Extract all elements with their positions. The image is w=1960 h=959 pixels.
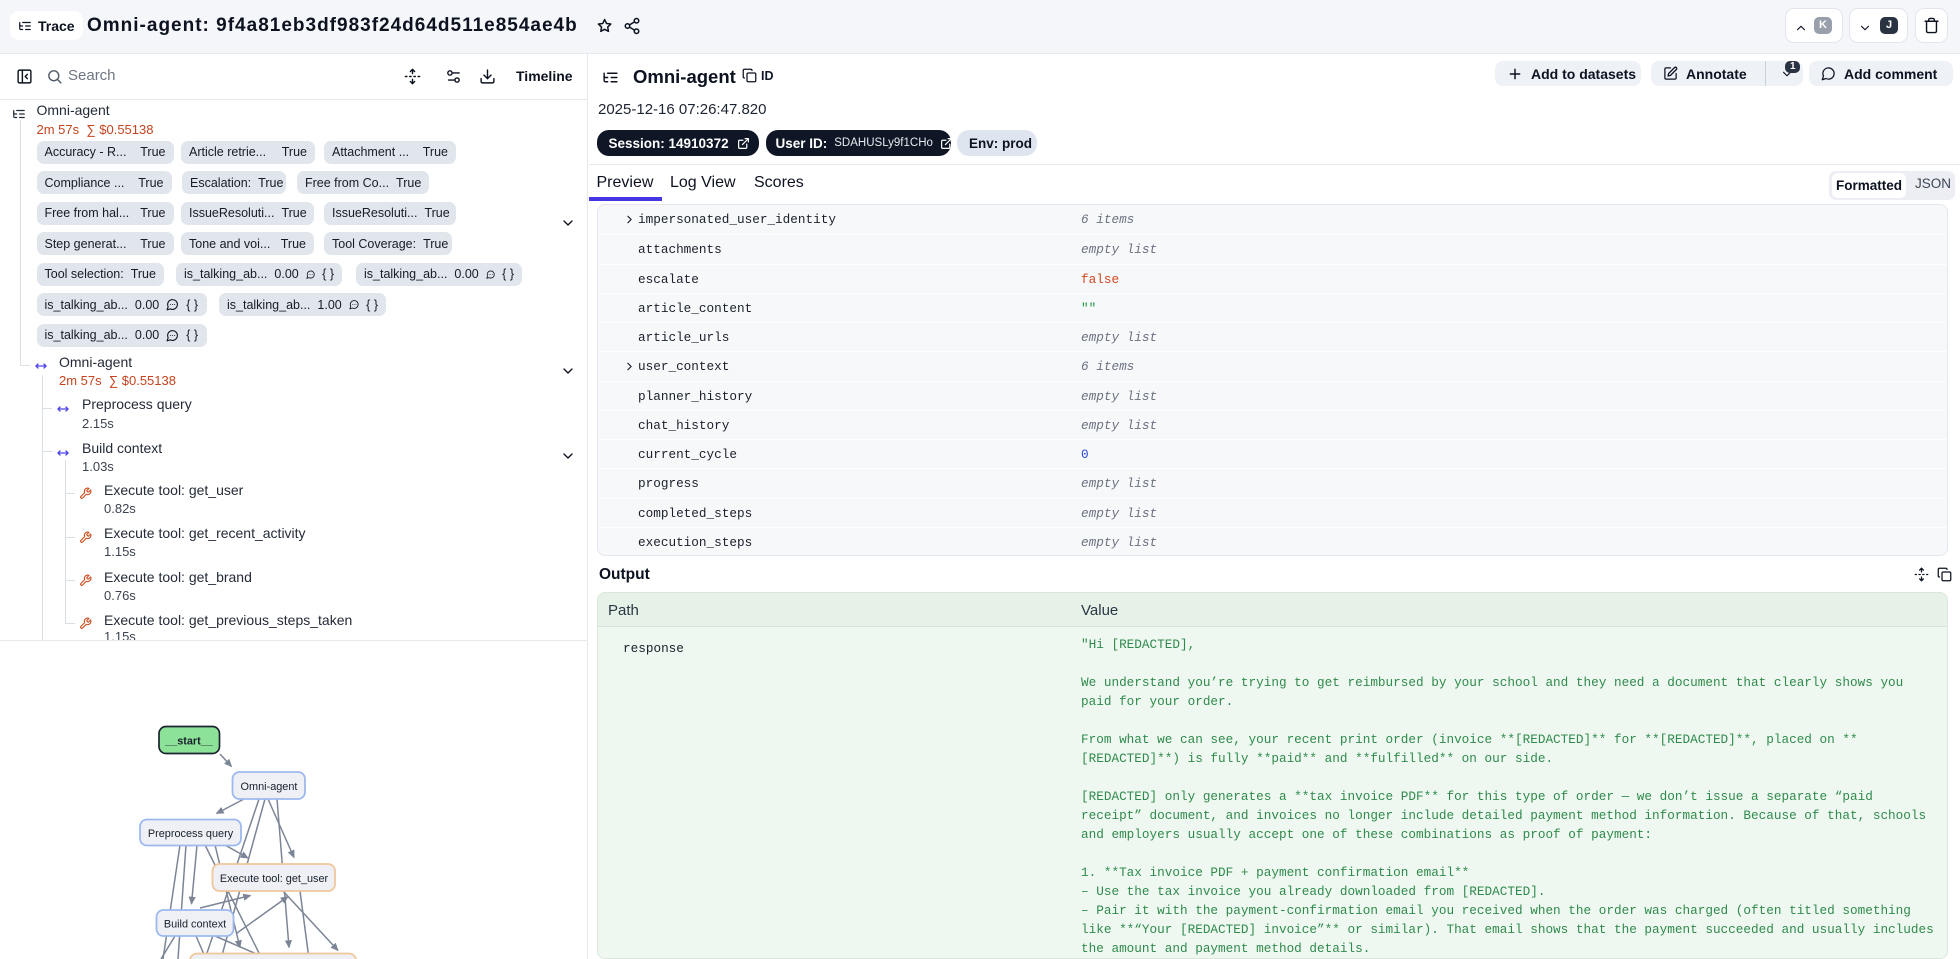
svg-text:Build context: Build context — [164, 919, 226, 931]
svg-text:Preprocess query: Preprocess query — [148, 828, 234, 840]
svg-text:Execute tool: get_user: Execute tool: get_user — [220, 873, 329, 885]
svg-text:Omni-agent: Omni-agent — [241, 781, 298, 793]
svg-text:__start__: __start__ — [164, 736, 214, 748]
